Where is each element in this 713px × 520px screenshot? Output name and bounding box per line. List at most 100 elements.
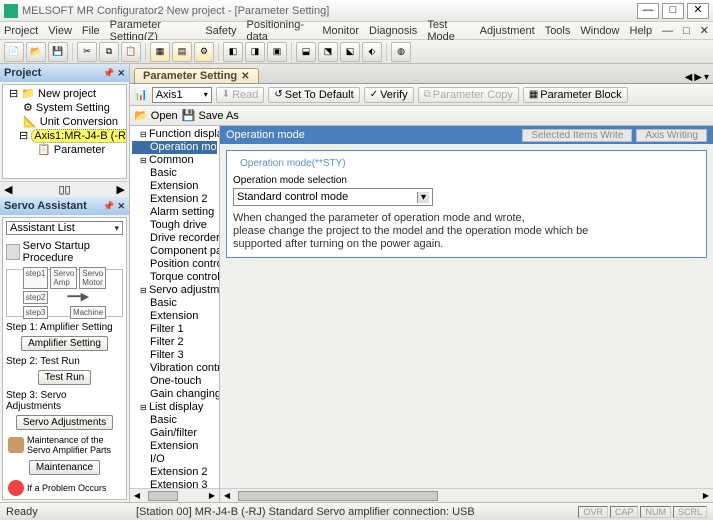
menu-diagnosis[interactable]: Diagnosis (369, 25, 417, 37)
selected-items-write-button[interactable]: Selected Items Write (522, 129, 632, 142)
tree-item-position-control[interactable]: Position control (132, 258, 217, 271)
project-tree-hscroll[interactable]: ◀▯▯▶ (0, 181, 129, 197)
tree-item-drive-recorder[interactable]: Drive recorder (132, 232, 217, 245)
menu-bar: Project View File Parameter Setting(Z) S… (0, 22, 713, 40)
tree-item-tough-drive[interactable]: Tough drive (132, 219, 217, 232)
tree-item-common[interactable]: Common (132, 154, 217, 167)
menu-project[interactable]: Project (4, 25, 38, 37)
axis-writing-button[interactable]: Axis Writing (636, 129, 707, 142)
tree-item-torque-control[interactable]: Torque control (132, 271, 217, 284)
set-to-default-button[interactable]: ↺ Set To Default (268, 87, 359, 103)
rightpane-hscroll[interactable]: ◀▶ (220, 488, 713, 502)
maximize-button[interactable]: □ (662, 3, 684, 19)
tb-paste-icon[interactable]: 📋 (121, 42, 141, 62)
tree-item-servo-adjustments[interactable]: Servo adjustments (132, 284, 217, 297)
tab-nav-right[interactable]: ▶ (694, 72, 702, 83)
menu-positioning[interactable]: Positioning-data (247, 19, 313, 43)
parameter-category-tree[interactable]: Function displayOperation modeCommonBasi… (130, 126, 220, 502)
tab-nav-menu[interactable]: ▾ (704, 72, 709, 83)
menu-view[interactable]: View (48, 25, 72, 37)
parameter-block-button[interactable]: ▦ Parameter Block (523, 87, 628, 103)
tree-item-extension[interactable]: Extension (132, 310, 217, 323)
tree-item-basic[interactable]: Basic (132, 414, 217, 427)
tree-item-gain-changing[interactable]: Gain changing (132, 388, 217, 401)
tab-close-icon[interactable]: ✕ (241, 71, 249, 82)
operation-mode-header: Operation mode Selected Items Write Axis… (220, 126, 713, 144)
read-button[interactable]: ⬇ Read (216, 87, 265, 103)
tb-btn1-icon[interactable]: ▦ (150, 42, 170, 62)
tab-parameter-setting[interactable]: Parameter Setting ✕ (134, 68, 259, 83)
tb-new-icon[interactable]: 📄 (4, 42, 24, 62)
status-ovr: OVR (578, 506, 608, 518)
tb-copy-icon[interactable]: ⧉ (99, 42, 119, 62)
tab-nav-left[interactable]: ◀ (685, 72, 693, 83)
tb-cut-icon[interactable]: ✂ (77, 42, 97, 62)
tree-item-extension[interactable]: Extension (132, 180, 217, 193)
tree-item-one-touch[interactable]: One-touch (132, 375, 217, 388)
parameter-copy-button[interactable]: ⧉ Parameter Copy (418, 87, 519, 103)
open-button[interactable]: 📂 Open (134, 109, 178, 122)
fieldset-legend: Operation mode(**STY) (237, 158, 349, 169)
tree-item-vibration-control[interactable]: Vibration control (132, 362, 217, 375)
tree-item-operation-mode[interactable]: Operation mode (132, 141, 217, 154)
pin-icon[interactable]: 📌 (103, 68, 114, 79)
tree-item-component-parts[interactable]: Component parts (132, 245, 217, 258)
menu-help[interactable]: Help (630, 25, 653, 37)
tb-btn9-icon[interactable]: ⬕ (340, 42, 360, 62)
status-cap: CAP (610, 506, 639, 518)
book-icon (6, 244, 20, 260)
tree-hscroll[interactable]: ◀▶ (130, 488, 219, 502)
maintenance-button[interactable]: Maintenance (29, 460, 100, 475)
tree-item-extension[interactable]: Extension (132, 440, 217, 453)
tree-item-function-display[interactable]: Function display (132, 128, 217, 141)
menu-tools[interactable]: Tools (545, 25, 571, 37)
menu-file[interactable]: File (82, 25, 100, 37)
tb-btn6-icon[interactable]: ▣ (267, 42, 287, 62)
verify-button[interactable]: ✓ Verify (364, 87, 414, 103)
menu-safety[interactable]: Safety (205, 25, 236, 37)
close-button[interactable]: ✕ (687, 3, 709, 19)
panel-close-icon[interactable]: ✕ (117, 68, 125, 79)
test-run-button[interactable]: Test Run (38, 370, 91, 385)
tb-btn2-icon[interactable]: ▤ (172, 42, 192, 62)
tb-btn8-icon[interactable]: ⬔ (318, 42, 338, 62)
tb-save-icon[interactable]: 💾 (48, 42, 68, 62)
menu-corner-close[interactable]: ✕ (700, 24, 709, 37)
tree-item-basic[interactable]: Basic (132, 167, 217, 180)
tree-item-extension-2[interactable]: Extension 2 (132, 466, 217, 479)
assistant-list-combo[interactable]: Assistant List (6, 221, 123, 235)
minimize-button[interactable]: — (637, 3, 659, 19)
servo-adjustments-button[interactable]: Servo Adjustments (16, 415, 113, 430)
menu-window[interactable]: Window (580, 25, 619, 37)
tree-item-extension-2[interactable]: Extension 2 (132, 193, 217, 206)
servo-startup-procedure[interactable]: Servo Startup Procedure (6, 238, 123, 266)
tree-item-filter-2[interactable]: Filter 2 (132, 336, 217, 349)
tb-btn4-icon[interactable]: ◧ (223, 42, 243, 62)
operation-mode-select[interactable]: Standard control mode (233, 188, 433, 206)
tb-btn10-icon[interactable]: ⬖ (362, 42, 382, 62)
save-as-button[interactable]: 💾 Save As (182, 109, 239, 122)
pin-icon[interactable]: 📌 (103, 201, 114, 212)
tb-btn3-icon[interactable]: ⚙ (194, 42, 214, 62)
tree-item-list-display[interactable]: List display (132, 401, 217, 414)
axis-select[interactable]: Axis1 (152, 87, 212, 103)
tb-btn5-icon[interactable]: ◨ (245, 42, 265, 62)
tree-axis1: ⊟ Axis1:MR-J4-B (-RJ) (5, 129, 124, 143)
tree-item-i-o[interactable]: I/O (132, 453, 217, 466)
panel-close-icon[interactable]: ✕ (117, 201, 125, 212)
menu-adjustment[interactable]: Adjustment (480, 25, 535, 37)
tree-item-alarm-setting[interactable]: Alarm setting (132, 206, 217, 219)
tree-item-gain-filter[interactable]: Gain/filter (132, 427, 217, 440)
tree-item-basic[interactable]: Basic (132, 297, 217, 310)
tree-item-filter-3[interactable]: Filter 3 (132, 349, 217, 362)
tree-item-filter-1[interactable]: Filter 1 (132, 323, 217, 336)
tb-btn7-icon[interactable]: ⬓ (296, 42, 316, 62)
amplifier-setting-button[interactable]: Amplifier Setting (21, 336, 108, 351)
menu-monitor[interactable]: Monitor (322, 25, 359, 37)
menu-test-mode[interactable]: Test Mode (427, 19, 469, 43)
menu-corner-restore[interactable]: □ (683, 25, 690, 37)
tb-btn11-icon[interactable]: ◍ (391, 42, 411, 62)
project-tree[interactable]: ⊟ 📁 New project ⚙ System Setting 📐 Unit … (2, 84, 127, 179)
tb-open-icon[interactable]: 📂 (26, 42, 46, 62)
menu-param-setting[interactable]: Parameter Setting(Z) (110, 19, 196, 43)
